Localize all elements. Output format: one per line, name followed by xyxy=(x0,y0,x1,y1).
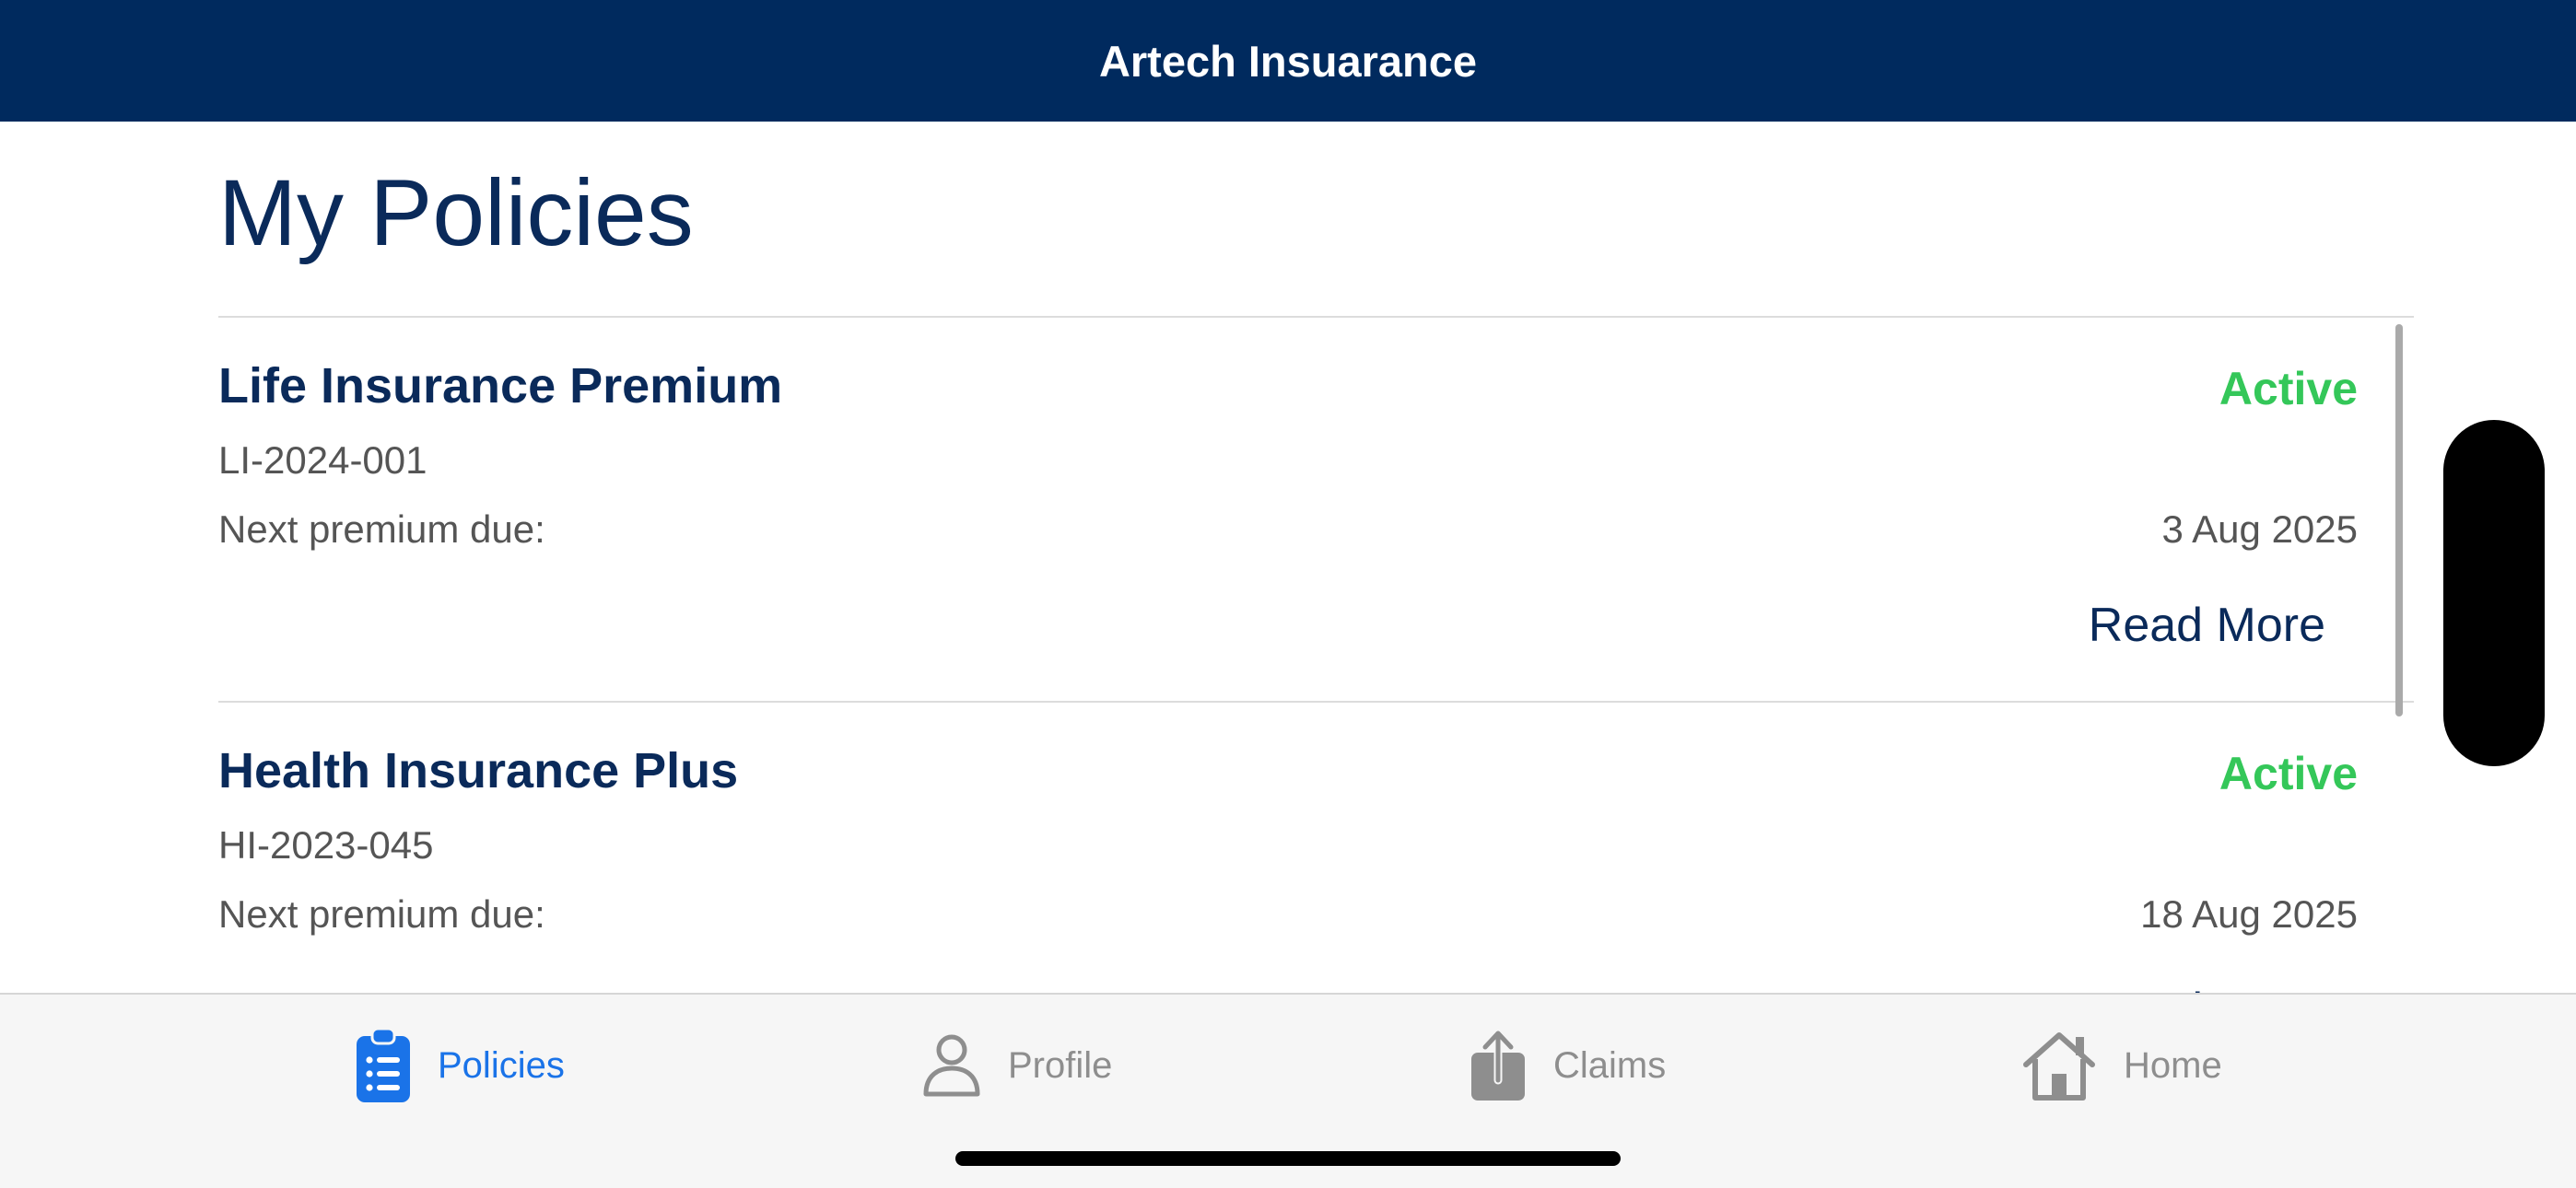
tab-claims[interactable]: Claims xyxy=(1469,1024,1666,1107)
share-upload-icon xyxy=(1469,1029,1528,1102)
policy-title: Life Insurance Premium xyxy=(218,358,783,413)
page-title: My Policies xyxy=(218,160,694,265)
home-indicator[interactable] xyxy=(955,1151,1621,1166)
status-badge: Active xyxy=(2219,748,2358,799)
tab-label: Profile xyxy=(1008,1044,1113,1086)
read-more-button[interactable]: Read More xyxy=(2089,983,2325,993)
nav-bar: Artech Insuarance xyxy=(0,0,2576,122)
policy-card[interactable]: Life Insurance Premium Active LI-2024-00… xyxy=(218,316,2358,701)
tab-label: Policies xyxy=(438,1044,565,1086)
premium-due-date: 3 Aug 2025 xyxy=(2161,507,2358,551)
app-title: Artech Insuarance xyxy=(1098,36,1478,86)
premium-due-label: Next premium due: xyxy=(218,892,545,936)
premium-due-date: 18 Aug 2025 xyxy=(2140,892,2358,936)
policy-number: LI-2024-001 xyxy=(218,438,427,482)
clipboard-list-icon xyxy=(355,1027,412,1104)
status-badge: Active xyxy=(2219,363,2358,414)
tab-label: Claims xyxy=(1553,1044,1667,1086)
tab-home[interactable]: Home xyxy=(2020,1024,2222,1107)
scroll-indicator[interactable] xyxy=(2395,324,2403,716)
policy-title: Health Insurance Plus xyxy=(218,743,739,798)
tab-policies[interactable]: Policies xyxy=(355,1024,565,1107)
house-icon xyxy=(2020,1030,2098,1101)
tab-profile[interactable]: Profile xyxy=(921,1024,1112,1107)
policy-card[interactable]: Health Insurance Plus Active HI-2023-045… xyxy=(218,701,2358,993)
policy-number: HI-2023-045 xyxy=(218,823,434,867)
premium-due-label: Next premium due: xyxy=(218,507,545,551)
tab-label: Home xyxy=(2124,1044,2222,1086)
person-icon xyxy=(921,1033,982,1098)
side-handle xyxy=(2443,420,2545,766)
policy-list[interactable]: Life Insurance Premium Active LI-2024-00… xyxy=(218,316,2414,993)
read-more-button[interactable]: Read More xyxy=(2089,598,2325,653)
